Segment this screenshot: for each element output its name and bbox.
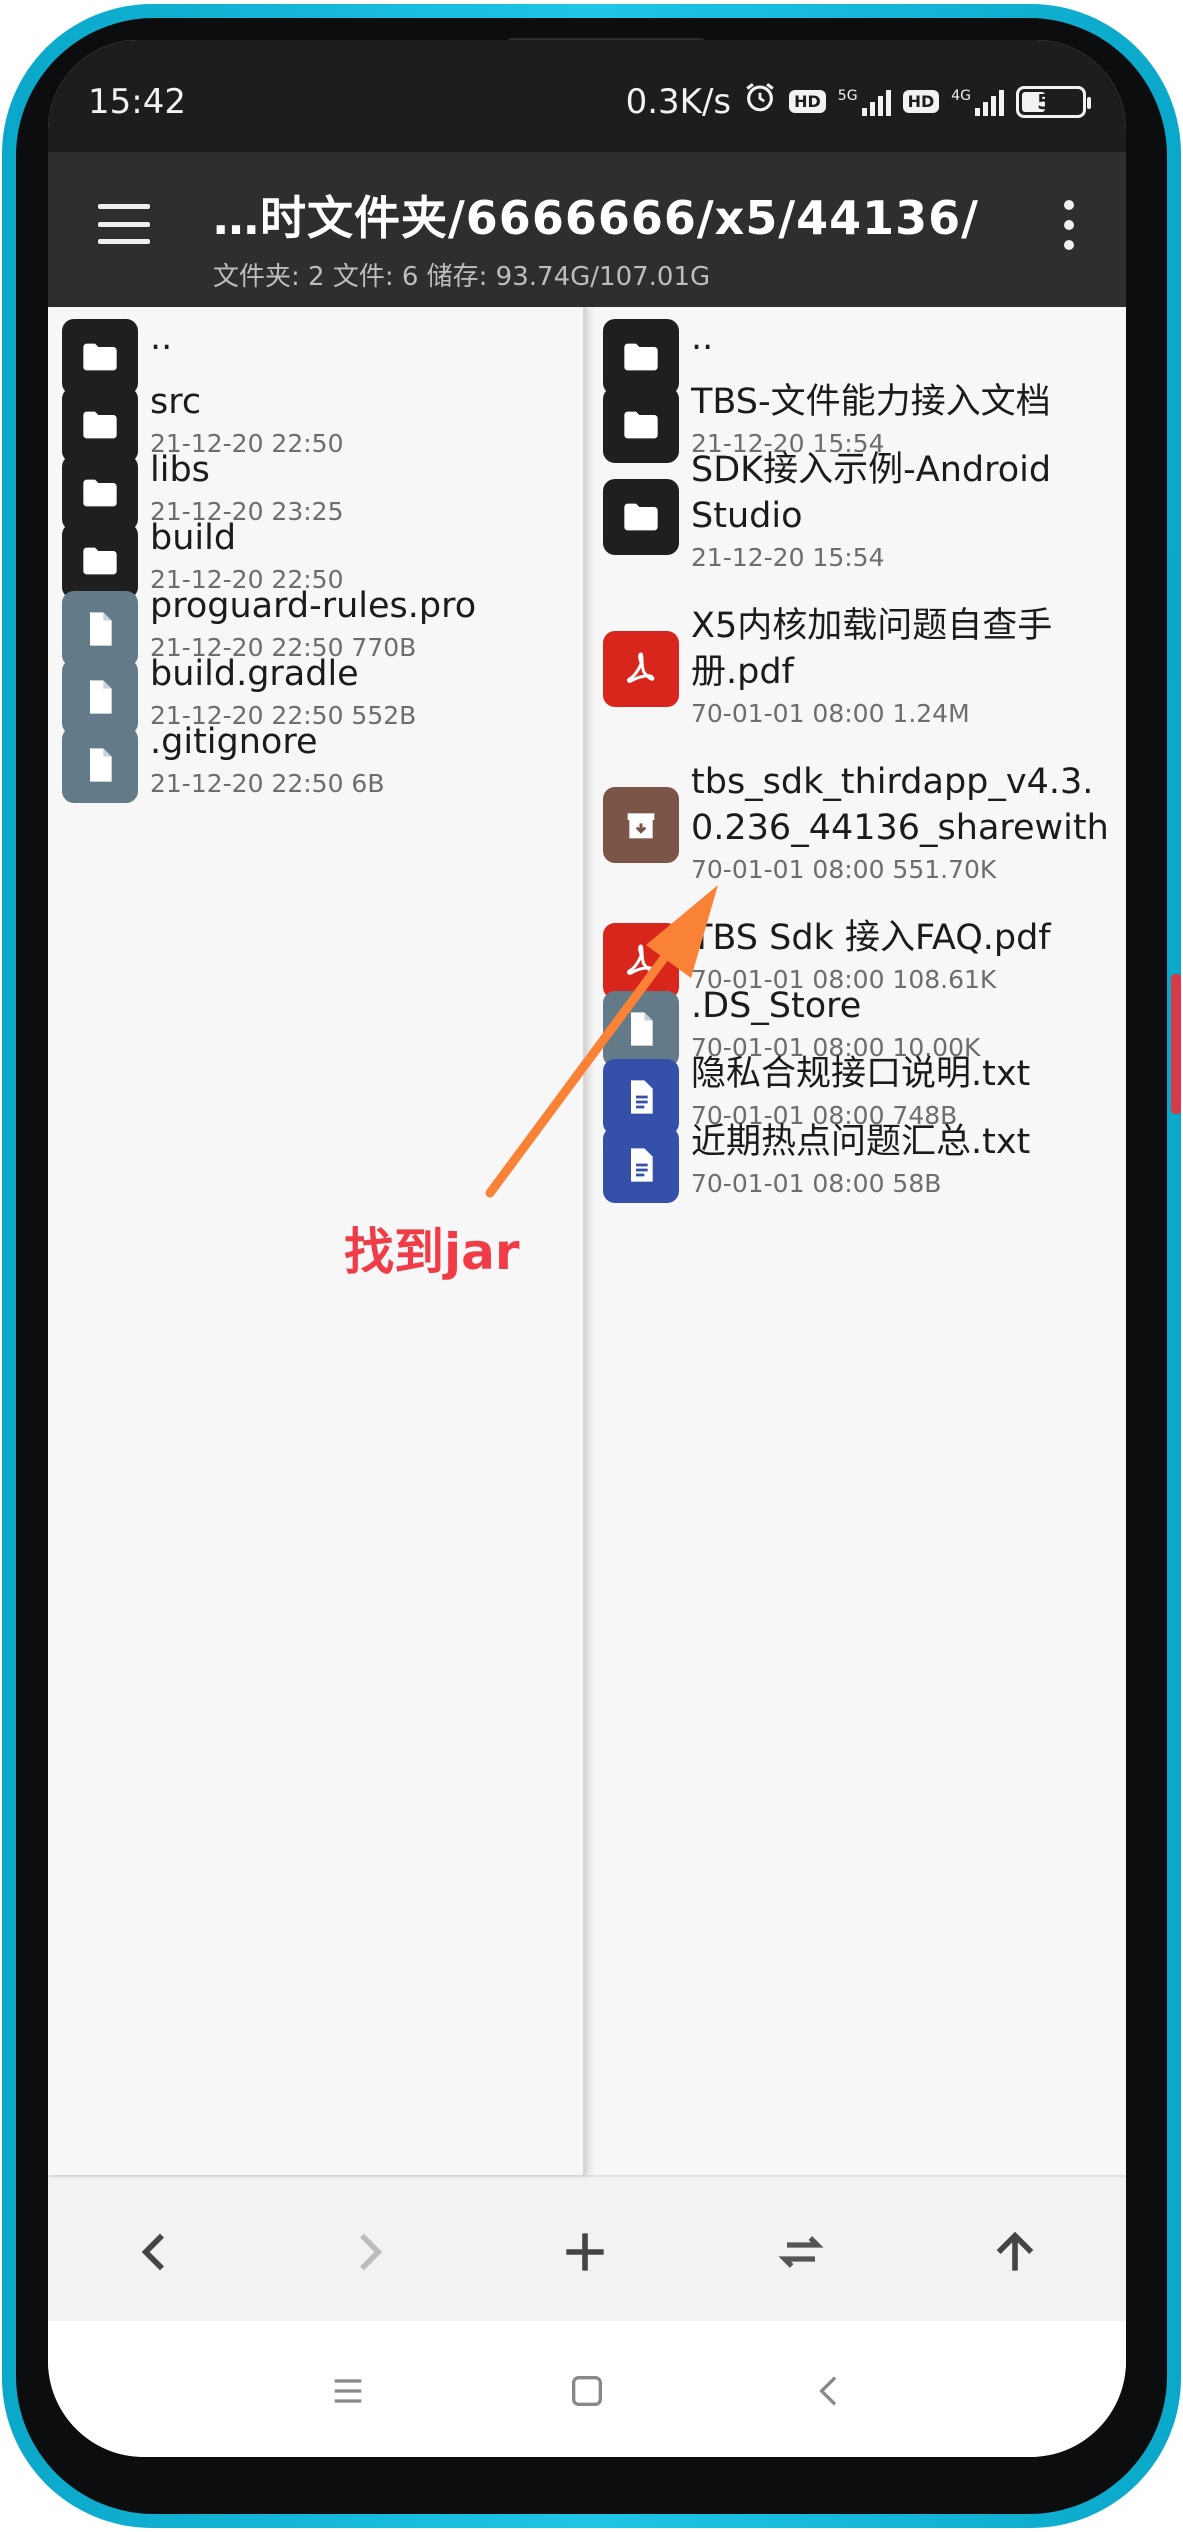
file-name: 近期热点问题汇总.txt <box>691 1122 1031 1162</box>
file-name: build <box>150 518 237 558</box>
arrow-up-icon <box>996 2231 1034 2271</box>
bottom-toolbar <box>48 2175 1126 2321</box>
document-icon <box>62 727 138 803</box>
file-meta: 70-01-01 08:00 551.70K <box>691 855 997 884</box>
file-name: libs <box>150 450 210 490</box>
hd-badge-2: HD <box>902 90 940 113</box>
signal-5g-label: 5G <box>837 87 858 104</box>
folder-icon <box>62 455 138 531</box>
home-button[interactable] <box>557 2361 617 2421</box>
folder-icon <box>62 523 138 599</box>
folder-icon <box>603 387 679 463</box>
network-speed: 0.3K/s <box>625 81 732 122</box>
file-meta: 21-12-20 15:54 <box>691 543 885 572</box>
left-item-gitignore[interactable]: .gitignore 21-12-20 22:50 6B <box>62 722 579 807</box>
archive-icon <box>603 787 679 863</box>
file-name: TBS-文件能力接入文档 <box>691 382 1051 422</box>
screen: 15:42 0.3K/s HD 5G HD 4G 51 …时文件夹/666666… <box>48 40 1126 2457</box>
file-name: src <box>150 382 202 422</box>
current-path: …时文件夹/6666666/x5/44136/ <box>213 191 979 245</box>
file-name: .DS_Store <box>691 986 862 1026</box>
file-meta: 21-12-20 22:50 6B <box>150 769 385 798</box>
signal-4g-label: 4G <box>951 87 971 104</box>
document-icon <box>62 591 138 667</box>
right-item-sdk-example[interactable]: SDK接入示例-Android Studio 21-12-20 15:54 <box>603 450 1122 585</box>
square-icon <box>572 2376 602 2406</box>
system-nav-bar <box>48 2321 1126 2457</box>
swap-panes-button[interactable] <box>766 2217 836 2287</box>
menu-lines-icon <box>334 2379 362 2403</box>
forward-button[interactable] <box>334 2217 404 2287</box>
file-name: proguard-rules.pro <box>150 586 477 626</box>
pdf-icon <box>603 631 679 707</box>
file-name: X5内核加载问题自查手册.pdf <box>691 606 1053 692</box>
alarm-icon <box>743 80 777 123</box>
file-name: .. <box>691 318 714 358</box>
volume-button <box>1171 554 1181 684</box>
pdf-icon <box>603 923 679 999</box>
file-name: SDK接入示例-Android Studio <box>691 450 1052 536</box>
signal-bars-icon <box>975 88 1004 116</box>
signal-4g: 4G <box>951 88 1004 116</box>
right-item-hot-issues-txt[interactable]: 近期热点问题汇总.txt 70-01-01 08:00 58B <box>603 1122 1122 1207</box>
status-indicators: 0.3K/s HD 5G HD 4G 51 <box>625 80 1091 123</box>
recent-apps-button[interactable] <box>318 2361 378 2421</box>
power-button <box>1171 974 1181 1114</box>
battery-icon: 51 <box>1016 85 1091 118</box>
hd-badge-1: HD <box>789 90 826 113</box>
file-meta: 70-01-01 08:00 58B <box>691 1169 942 1198</box>
folder-icon <box>603 319 679 395</box>
right-item-x5-pdf[interactable]: X5内核加载问题自查手册.pdf 70-01-01 08:00 1.24M <box>603 606 1122 741</box>
signal-bars-icon <box>861 88 891 116</box>
battery-level: 51 <box>1037 89 1065 114</box>
document-icon <box>62 659 138 735</box>
file-name: 隐私合规接口说明.txt <box>691 1054 1031 1094</box>
file-name: build.gradle <box>150 654 359 694</box>
folder-icon <box>603 479 679 555</box>
document-icon <box>603 991 679 1067</box>
folder-icon <box>62 387 138 463</box>
text-file-icon <box>603 1059 679 1135</box>
chevron-left-icon <box>819 2376 837 2406</box>
back-button[interactable] <box>120 2217 190 2287</box>
app-bar: …时文件夹/6666666/x5/44136/ 文件夹: 2 文件: 6 储存:… <box>48 152 1126 307</box>
right-file-pane[interactable]: .. TBS-文件能力接入文档 21-12-20 15:54 SDK接入示例-A… <box>589 307 1126 2175</box>
plus-icon <box>566 2233 604 2271</box>
system-back-button[interactable] <box>800 2361 860 2421</box>
file-name: .. <box>150 318 173 358</box>
text-file-icon <box>603 1127 679 1203</box>
hamburger-menu-icon[interactable] <box>98 204 150 244</box>
file-meta: 70-01-01 08:00 1.24M <box>691 699 970 728</box>
chevron-right-icon <box>360 2233 383 2271</box>
more-options-icon[interactable] <box>1062 200 1076 250</box>
annotation-label: 找到jar <box>344 1223 520 1281</box>
file-name: TBS Sdk 接入FAQ.pdf <box>691 918 1051 958</box>
file-name: .gitignore <box>150 722 318 762</box>
right-item-tbs-sdk-jar[interactable]: tbs_sdk_thirdapp_v4.3.0.236_44136_sharew… <box>603 762 1122 897</box>
status-time: 15:42 <box>88 82 186 122</box>
up-directory-button[interactable] <box>980 2217 1050 2287</box>
file-name: tbs_sdk_thirdapp_v4.3.0.236_44136_sharew… <box>691 762 1109 848</box>
swap-icon <box>778 2236 824 2268</box>
add-button[interactable] <box>550 2217 620 2287</box>
signal-5g: 5G <box>838 88 891 116</box>
status-bar: 15:42 0.3K/s HD 5G HD 4G 51 <box>48 40 1126 152</box>
path-stats: 文件夹: 2 文件: 6 储存: 93.74G/107.01G <box>213 262 711 292</box>
folder-icon <box>62 319 138 395</box>
chevron-left-icon <box>141 2233 164 2271</box>
